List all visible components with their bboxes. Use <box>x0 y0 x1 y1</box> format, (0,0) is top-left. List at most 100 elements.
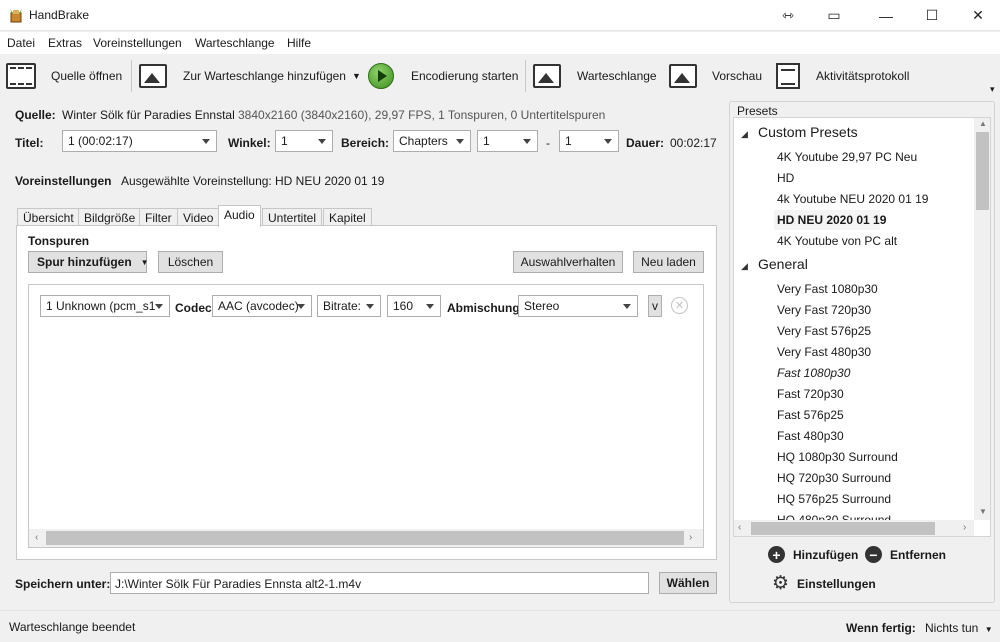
range-type-select[interactable]: Chapters <box>393 130 471 152</box>
title-select[interactable]: 1 (00:02:17) <box>62 130 217 152</box>
start-encode-label: Encodierung starten <box>411 69 519 83</box>
remove-preset-button[interactable]: − Entfernen <box>865 546 946 563</box>
preset-horizontal-scrollbar[interactable]: ‹ › <box>734 520 974 536</box>
open-source-button[interactable]: Quelle öffnen <box>6 54 122 98</box>
tab-summary[interactable]: Übersicht <box>17 208 80 226</box>
add-picture-icon <box>139 64 167 88</box>
tab-video[interactable]: Video <box>177 208 220 226</box>
menu-presets[interactable]: Voreinstellungen <box>93 36 182 50</box>
preset-item[interactable]: Fast 480p30 <box>777 429 844 443</box>
preview-button[interactable]: Vorschau <box>669 54 762 98</box>
close-button[interactable]: ✕ <box>955 0 1000 31</box>
preset-item[interactable]: HQ 720p30 Surround <box>777 471 891 485</box>
toolbar-separator <box>525 60 526 92</box>
maximize-button[interactable]: ☐ <box>909 0 955 31</box>
scrollbar-thumb[interactable] <box>751 522 935 535</box>
preset-item[interactable]: 4k Youtube NEU 2020 01 19 <box>777 192 928 206</box>
activity-log-label: Aktivitätsprotokoll <box>816 69 910 83</box>
add-track-label: Spur hinzufügen <box>37 255 132 269</box>
preset-item[interactable]: 4K Youtube von PC alt <box>777 234 897 248</box>
preset-settings-button[interactable]: ⚙ Einstellungen <box>772 574 876 593</box>
codec-label: Codec <box>175 301 212 315</box>
menu-file[interactable]: Datei <box>7 36 35 50</box>
preset-item-selected[interactable]: HD NEU 2020 01 19 <box>777 213 886 227</box>
tab-filters[interactable]: Filter <box>139 208 178 226</box>
preset-vertical-scrollbar[interactable]: ▲ ▼ <box>974 118 990 520</box>
preset-item[interactable]: Very Fast 720p30 <box>777 303 871 317</box>
selection-behavior-button[interactable]: Auswahlverhalten <box>513 251 623 273</box>
bitrate-mode-select[interactable]: Bitrate: <box>317 295 381 317</box>
preset-settings-label: Einstellungen <box>797 576 876 591</box>
preset-item[interactable]: Very Fast 576p25 <box>777 324 871 338</box>
angle-select[interactable]: 1 <box>275 130 333 152</box>
add-track-button[interactable]: Spur hinzufügen ▼ <box>28 251 149 273</box>
add-to-queue-label: Zur Warteschlange hinzufügen <box>183 69 346 83</box>
chevron-down-icon[interactable]: ▼ <box>352 71 361 81</box>
scroll-left-icon[interactable]: ‹ <box>738 522 741 533</box>
preset-item[interactable]: Fast 576p25 <box>777 408 844 422</box>
mixdown-label: Abmischung <box>447 301 520 315</box>
preset-item[interactable]: Very Fast 480p30 <box>777 345 871 359</box>
reload-button[interactable]: Neu laden <box>633 251 704 273</box>
delete-track-button[interactable]: Löschen <box>158 251 223 273</box>
audio-source-select[interactable]: 1 Unknown (pcm_s1 <box>40 295 170 317</box>
mixdown-select[interactable]: Stereo <box>518 295 638 317</box>
save-path-input[interactable]: J:\Winter Sölk Für Paradies Ennsta alt2-… <box>110 572 649 594</box>
preset-item[interactable]: Fast 1080p30 <box>777 366 850 380</box>
preset-item[interactable]: HQ 576p25 Surround <box>777 492 891 506</box>
queue-button[interactable]: Warteschlange <box>533 54 657 98</box>
collapse-icon[interactable]: ◢ <box>741 129 748 140</box>
scrollbar-thumb[interactable] <box>976 132 989 210</box>
open-source-label: Quelle öffnen <box>51 69 123 83</box>
remove-track-icon[interactable]: ✕ <box>671 297 688 314</box>
toolbar-separator <box>131 60 132 92</box>
range-end-select[interactable]: 1 <box>559 130 619 152</box>
add-to-queue-button[interactable]: Zur Warteschlange hinzufügen ▼ <box>139 54 361 98</box>
queue-icon <box>533 64 561 88</box>
restore-icon[interactable]: ▭ <box>811 0 857 31</box>
scroll-right-icon[interactable]: › <box>963 522 966 533</box>
preset-category-custom[interactable]: Custom Presets <box>758 124 858 140</box>
menu-help[interactable]: Hilfe <box>287 36 311 50</box>
toolbar: Quelle öffnen Zur Warteschlange hinzufüg… <box>0 54 1000 98</box>
menu-extras[interactable]: Extras <box>48 36 82 50</box>
range-start-select[interactable]: 1 <box>477 130 538 152</box>
tab-audio[interactable]: Audio <box>218 205 261 227</box>
when-done-select[interactable]: Nichts tun ▼ <box>925 621 993 635</box>
scroll-down-icon[interactable]: ▼ <box>979 507 987 516</box>
add-preset-button[interactable]: + Hinzufügen <box>768 546 858 563</box>
scroll-left-icon[interactable]: ‹ <box>35 532 38 543</box>
scrollbar-thumb[interactable] <box>46 531 684 545</box>
preset-item[interactable]: HD <box>777 171 794 185</box>
codec-select[interactable]: AAC (avcodec) <box>212 295 312 317</box>
tab-dimensions[interactable]: Bildgröße <box>78 208 142 226</box>
preset-category-general[interactable]: General <box>758 256 808 272</box>
source-label: Quelle: <box>15 108 56 122</box>
minimize-button[interactable]: — <box>863 0 909 31</box>
save-as-label: Speichern unter: <box>15 577 111 591</box>
preset-item[interactable]: Fast 720p30 <box>777 387 844 401</box>
more-settings-button[interactable]: v <box>648 295 662 317</box>
scroll-right-icon[interactable]: › <box>689 532 692 543</box>
source-info: 3840x2160 (3840x2160), 29,97 FPS, 1 Tons… <box>238 108 606 122</box>
overflow-chevron-icon[interactable]: ▾ <box>990 84 995 95</box>
scroll-up-icon[interactable]: ▲ <box>979 119 987 128</box>
tab-subtitles[interactable]: Untertitel <box>262 208 323 226</box>
menu-bar: Datei Extras Voreinstellungen Warteschla… <box>0 32 1000 54</box>
collapse-icon[interactable]: ◢ <box>741 261 748 272</box>
track-scrollbar[interactable]: ‹ › <box>29 529 703 547</box>
film-icon <box>6 63 36 89</box>
preset-item[interactable]: HQ 1080p30 Surround <box>777 450 898 464</box>
preset-tree: ◢ Custom Presets 4K Youtube 29,97 PC Neu… <box>733 117 991 537</box>
compact-view-icon[interactable]: ⇿ <box>765 0 811 31</box>
bitrate-select[interactable]: 160 <box>387 295 441 317</box>
start-encode-button[interactable]: Encodierung starten <box>368 54 518 98</box>
preset-item[interactable]: 4K Youtube 29,97 PC Neu <box>777 150 917 164</box>
preset-item[interactable]: Very Fast 1080p30 <box>777 282 878 296</box>
audio-track-list <box>28 284 704 548</box>
when-done-label: Wenn fertig: <box>846 621 916 635</box>
activity-log-button[interactable]: Aktivitätsprotokoll <box>776 54 909 98</box>
browse-button[interactable]: Wählen <box>659 572 717 594</box>
menu-queue[interactable]: Warteschlange <box>195 36 275 50</box>
tab-chapters[interactable]: Kapitel <box>323 208 372 226</box>
